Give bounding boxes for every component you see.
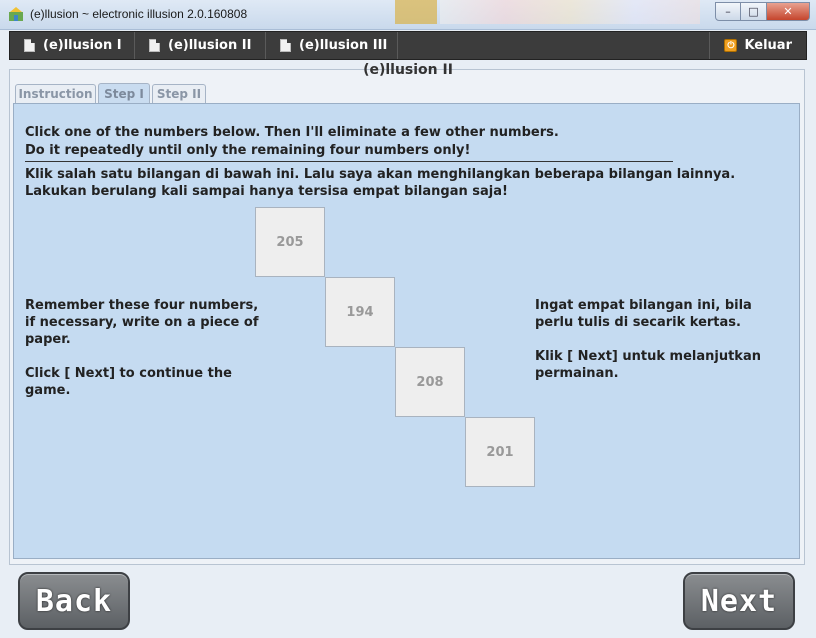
remember-text-line-3: paper. [25, 332, 71, 347]
exit-icon: ⏻ [724, 39, 738, 52]
instruction-id-line-1: Klik salah satu bilangan di bawah ini. L… [25, 167, 736, 182]
next-button[interactable]: Next [683, 572, 795, 630]
maximize-button[interactable]: □ [741, 2, 767, 21]
menu-item-ellusion-2[interactable]: (e)llusion II [135, 32, 266, 59]
ingat-text-line-2: perlu tulis di secarik kertas. [535, 315, 741, 330]
decorative-strip [395, 0, 437, 24]
back-button[interactable]: Back [18, 572, 130, 630]
ingat-text-line-1: Ingat empat bilangan ini, bila [535, 298, 752, 313]
tab-step-2[interactable]: Step II [152, 84, 206, 103]
continue-text-line-1: Click [ Next] to continue the [25, 366, 232, 381]
remember-text-line-1: Remember these four numbers, [25, 298, 259, 313]
panel-title: (e)llusion II [363, 62, 453, 78]
menu-item-ellusion-1[interactable]: (e)llusion I [10, 32, 135, 59]
window-controls: – □ ✕ [715, 2, 810, 21]
minimize-button[interactable]: – [715, 2, 741, 21]
close-button[interactable]: ✕ [767, 2, 810, 21]
number-cell[interactable]: 208 [395, 347, 465, 417]
lanjut-text-line-2: permainan. [535, 366, 619, 381]
app-icon [9, 7, 23, 21]
number-cell[interactable]: 205 [255, 207, 325, 277]
divider [25, 161, 673, 162]
menu-item-label: (e)llusion II [168, 38, 252, 53]
instruction-en-line-2: Do it repeatedly until only the remainin… [25, 143, 471, 158]
instruction-id-line-2: Lakukan berulang kali sampai hanya tersi… [25, 184, 508, 199]
document-icon [24, 39, 35, 52]
instruction-en-line-1: Click one of the numbers below. Then I'l… [25, 125, 559, 140]
tab-instruction[interactable]: Instruction [15, 84, 96, 103]
menu-item-label: (e)llusion I [43, 38, 122, 53]
remember-text-line-2: if necessary, write on a piece of [25, 315, 259, 330]
menu-item-ellusion-3[interactable]: (e)llusion III [266, 32, 398, 59]
document-icon [149, 39, 160, 52]
number-cell[interactable]: 201 [465, 417, 535, 487]
exit-label: Keluar [744, 38, 792, 53]
lanjut-text-line-1: Klik [ Next] untuk melanjutkan [535, 349, 761, 364]
menu-item-label: (e)llusion III [299, 38, 388, 53]
exit-button[interactable]: ⏻ Keluar [709, 32, 806, 59]
window-title: (e)llusion ~ electronic illusion 2.0.160… [30, 7, 248, 21]
decorative-strip [440, 0, 700, 24]
title-bar: (e)llusion ~ electronic illusion 2.0.160… [0, 0, 816, 30]
number-cell[interactable]: 194 [325, 277, 395, 347]
tab-step-1[interactable]: Step I [98, 83, 150, 103]
document-icon [280, 39, 291, 52]
menu-bar: (e)llusion I (e)llusion II (e)llusion II… [9, 31, 807, 60]
continue-text-line-2: game. [25, 383, 71, 398]
